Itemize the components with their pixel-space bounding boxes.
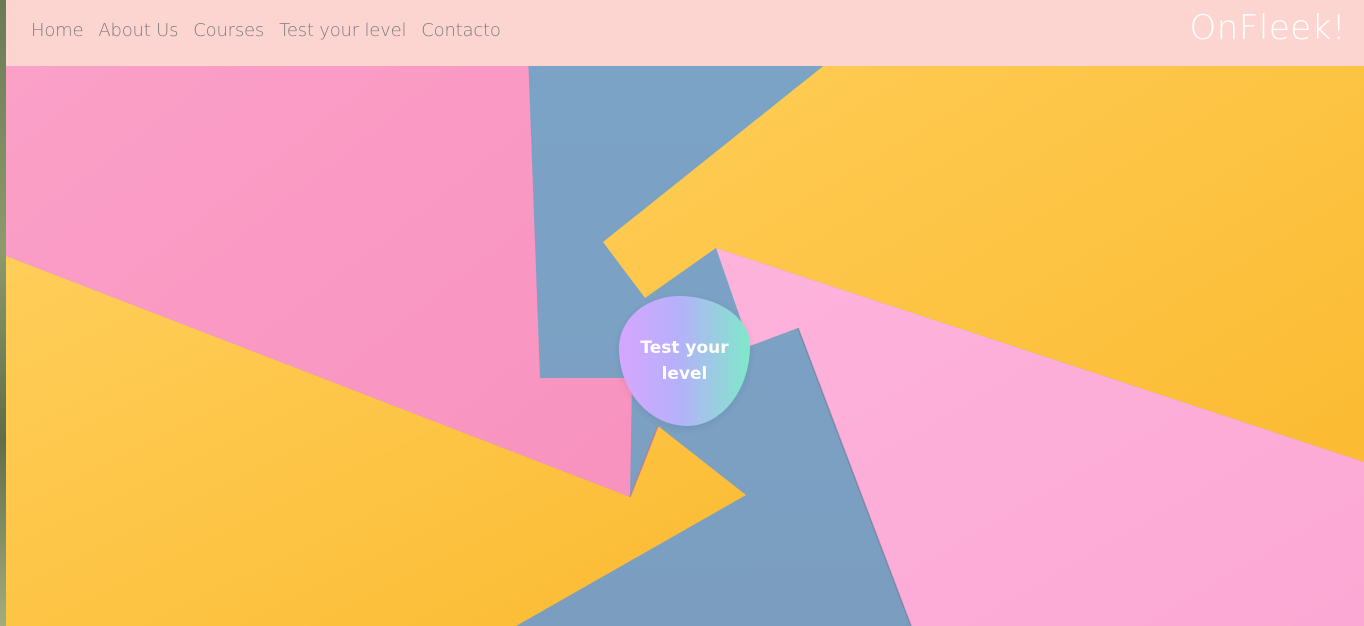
nav-link-test-your-level[interactable]: Test your level: [279, 20, 406, 41]
brand-logo[interactable]: OnFleek!: [1190, 8, 1346, 48]
nav-link-contacto[interactable]: Contacto: [421, 20, 501, 41]
nav-links: Home About Us Courses Test your level Co…: [31, 20, 501, 41]
top-navbar: Home About Us Courses Test your level Co…: [6, 0, 1364, 66]
nav-link-about-us[interactable]: About Us: [98, 20, 178, 41]
nav-link-courses[interactable]: Courses: [193, 20, 264, 41]
page: Home About Us Courses Test your level Co…: [6, 0, 1364, 626]
cta-label: Test your level: [640, 338, 729, 384]
nav-link-home[interactable]: Home: [31, 20, 84, 41]
